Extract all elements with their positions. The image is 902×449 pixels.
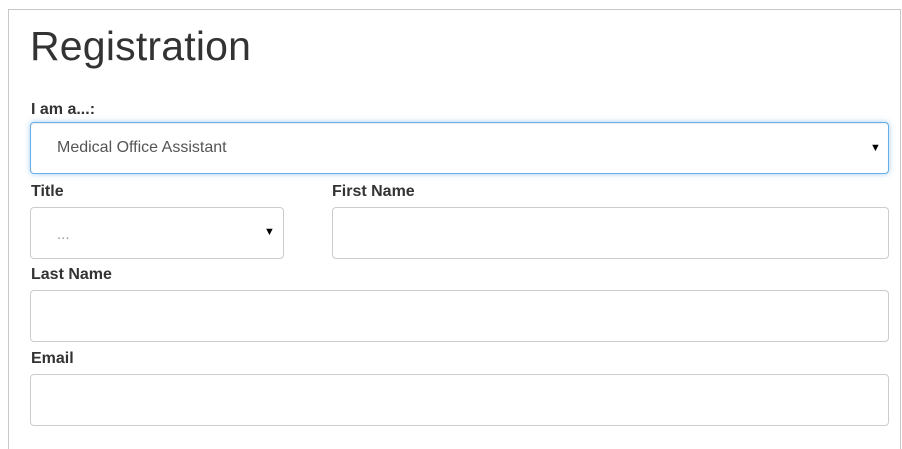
first-name-label: First Name	[332, 183, 415, 200]
last-name-label: Last Name	[31, 266, 112, 283]
role-select-value: Medical Office Assistant	[57, 139, 227, 156]
title-select[interactable]: ... ▼	[30, 207, 284, 259]
page-title: Registration	[30, 23, 252, 69]
title-label: Title	[31, 183, 64, 200]
chevron-down-icon: ▼	[264, 226, 275, 238]
role-label: I am a...:	[31, 101, 96, 118]
last-name-input[interactable]	[30, 290, 889, 342]
email-input[interactable]	[30, 374, 889, 426]
email-label: Email	[31, 350, 74, 367]
first-name-input[interactable]	[332, 207, 889, 259]
role-select[interactable]: Medical Office Assistant ▼	[30, 122, 889, 174]
chevron-down-icon: ▼	[870, 142, 881, 154]
title-select-placeholder: ...	[57, 226, 70, 243]
